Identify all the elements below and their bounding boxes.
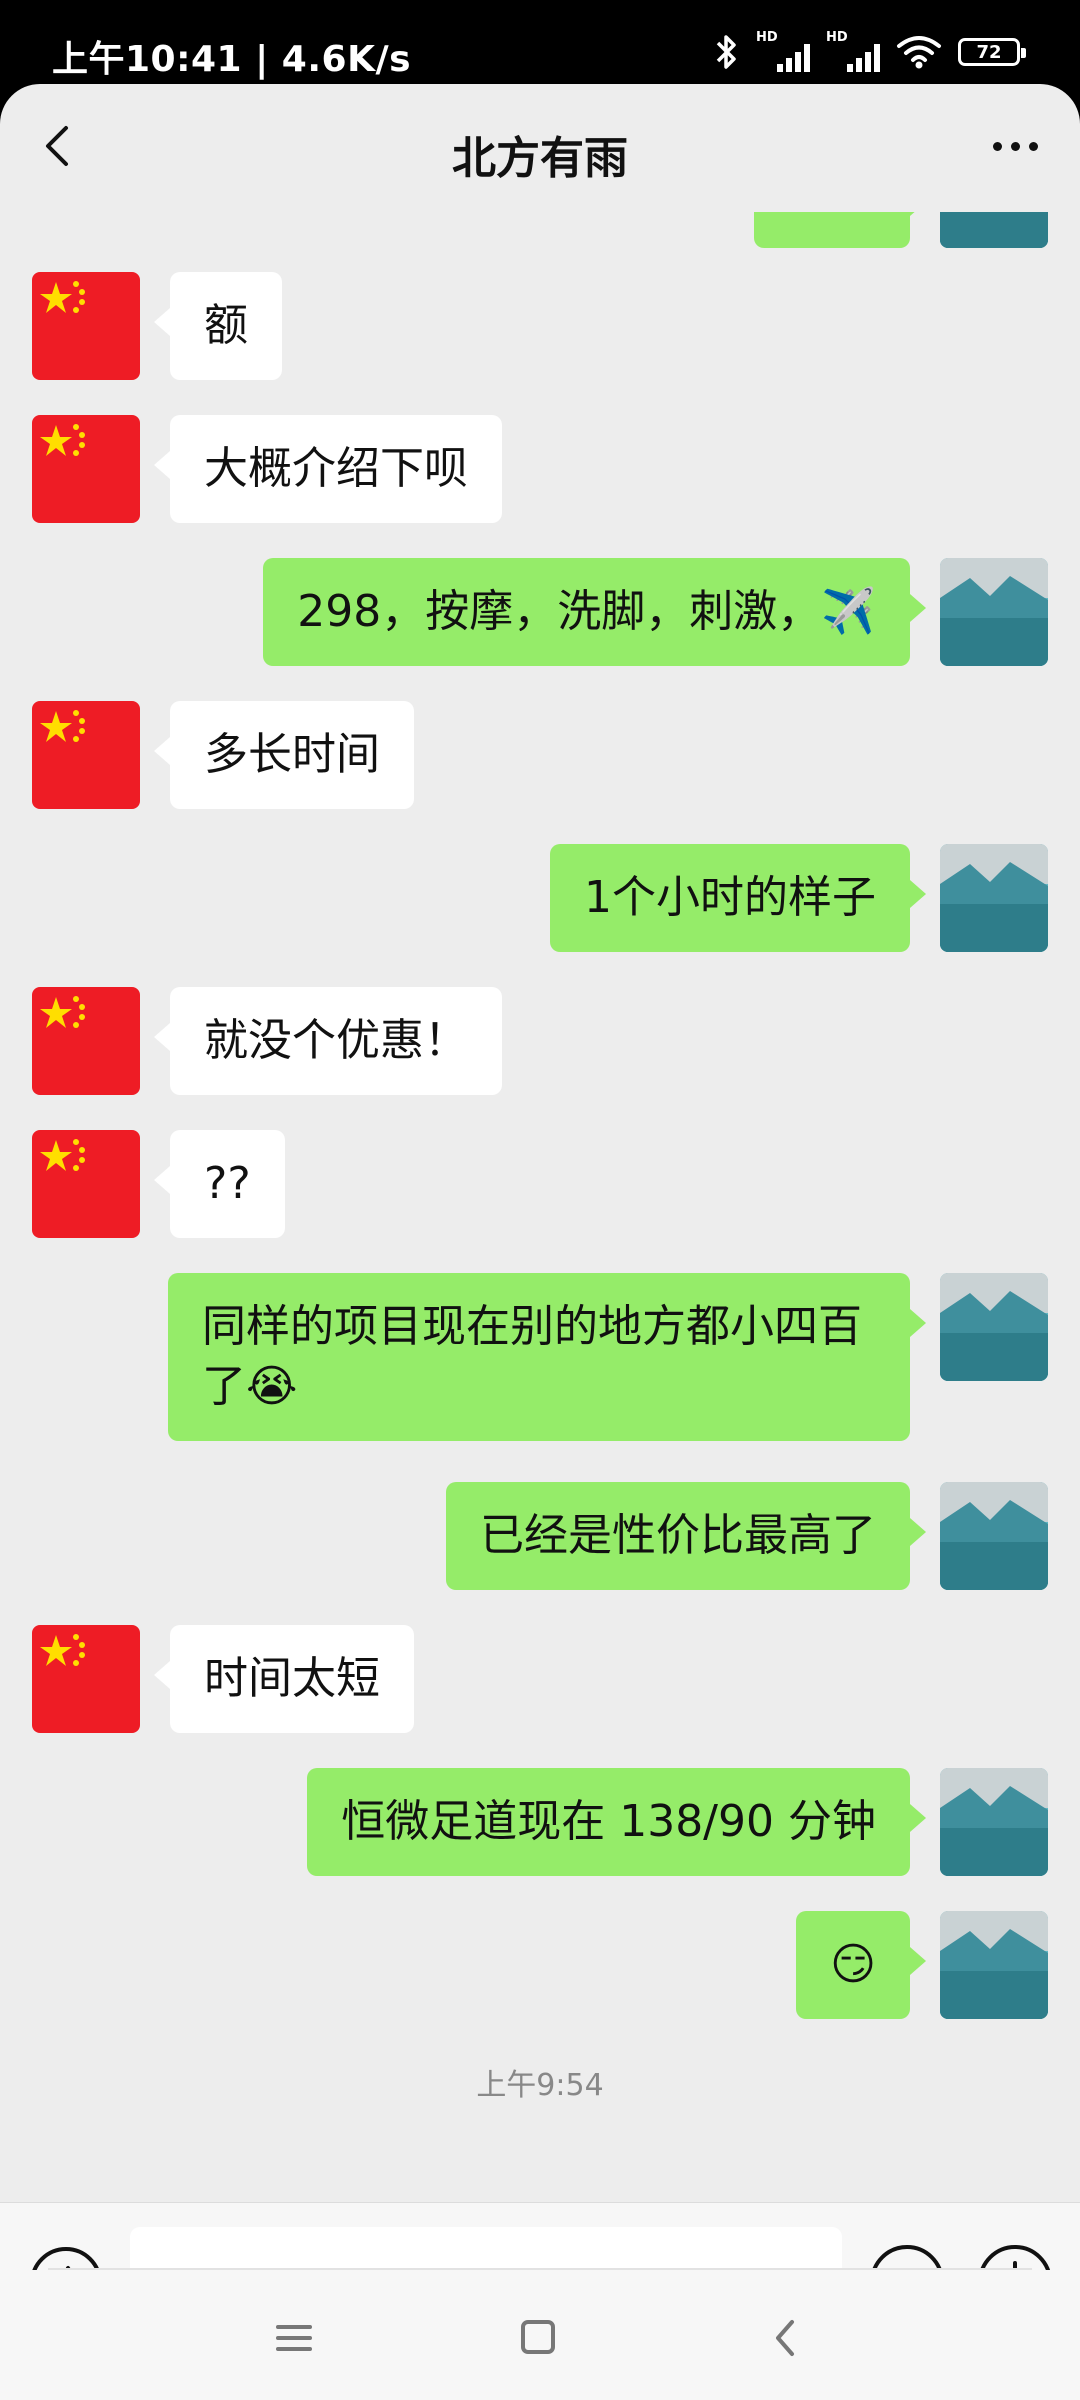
incoming-message[interactable]: 就没个优惠！ (154, 987, 502, 1095)
chat-header: 北方有雨 (0, 84, 1080, 212)
incoming-message[interactable]: 大概介绍下呗 (154, 415, 502, 523)
wifi-icon (897, 36, 941, 69)
partial-outgoing-bubble (754, 212, 926, 248)
china-flag-avatar-icon (32, 272, 140, 380)
status-time-speed: 上午10:41 | 4.6K/s (52, 39, 412, 80)
china-flag-avatar-icon (32, 415, 140, 523)
home-icon[interactable] (508, 2310, 568, 2366)
my-avatar[interactable] (940, 844, 1048, 952)
more-icon[interactable] (980, 116, 1050, 176)
china-flag-avatar-icon (32, 701, 140, 809)
menu-icon[interactable] (264, 2310, 324, 2366)
bluetooth-icon (716, 35, 736, 69)
my-avatar[interactable] (940, 558, 1048, 666)
landscape-avatar-icon (940, 558, 1048, 666)
contact-avatar[interactable] (32, 415, 140, 523)
incoming-message[interactable]: 多长时间 (154, 701, 414, 809)
message-timestamp: 上午9:54 (476, 2068, 604, 2103)
incoming-message[interactable]: ?? (154, 1130, 285, 1238)
system-nav-bar (0, 2270, 1080, 2400)
china-flag-avatar-icon (32, 1130, 140, 1238)
signal-icon-2: HD (826, 30, 880, 74)
landscape-avatar-icon (940, 1911, 1048, 2019)
message-list[interactable]: 额 大概介绍下呗 298，按摩，洗脚，刺激，✈️ 多长时间 1个小时的样子 就没… (0, 212, 1080, 2202)
signal-hd-label: HD (756, 30, 778, 45)
chat-screen: 北方有雨 额 大概介绍下呗 298，按摩，洗脚，刺激，✈️ 多长时间 1个小时的… (0, 84, 1080, 2400)
landscape-avatar-icon (940, 1482, 1048, 1590)
my-avatar[interactable] (940, 212, 1048, 248)
my-avatar[interactable] (940, 1768, 1048, 1876)
signal-hd-label-2: HD (826, 30, 848, 45)
china-flag-avatar-icon (32, 1625, 140, 1733)
my-avatar[interactable] (940, 1482, 1048, 1590)
outgoing-message[interactable]: 恒微足道现在 138/90 分钟 (307, 1768, 926, 1876)
landscape-avatar-icon (940, 1273, 1048, 1381)
outgoing-message[interactable]: 1个小时的样子 (550, 844, 926, 952)
landscape-avatar-icon (940, 1768, 1048, 1876)
nav-back-icon[interactable] (756, 2310, 816, 2366)
my-avatar[interactable] (940, 1911, 1048, 2019)
status-icons: HD HD 72 (714, 30, 1026, 74)
contact-avatar[interactable] (32, 1130, 140, 1238)
chat-title: 北方有雨 (452, 133, 628, 184)
battery-icon: 72 (958, 38, 1026, 66)
contact-avatar[interactable] (32, 1625, 140, 1733)
battery-level: 72 (976, 41, 1002, 63)
my-avatar[interactable] (940, 1273, 1048, 1381)
outgoing-message[interactable]: 同样的项目现在别的地方都小四百了😭 (168, 1273, 926, 1441)
outgoing-message[interactable]: 已经是性价比最高了 (446, 1482, 926, 1590)
contact-avatar[interactable] (32, 272, 140, 380)
outgoing-message[interactable]: 298，按摩，洗脚，刺激，✈️ (263, 558, 926, 666)
landscape-avatar-icon (940, 212, 1048, 248)
signal-icon: HD (756, 30, 810, 74)
status-bar: 上午10:41 | 4.6K/s HD HD 72 (0, 0, 1080, 84)
outgoing-message[interactable]: 😏 (796, 1911, 926, 2019)
incoming-message[interactable]: 额 (154, 272, 282, 380)
contact-avatar[interactable] (32, 987, 140, 1095)
china-flag-avatar-icon (32, 987, 140, 1095)
landscape-avatar-icon (940, 844, 1048, 952)
incoming-message[interactable]: 时间太短 (154, 1625, 414, 1733)
contact-avatar[interactable] (32, 701, 140, 809)
